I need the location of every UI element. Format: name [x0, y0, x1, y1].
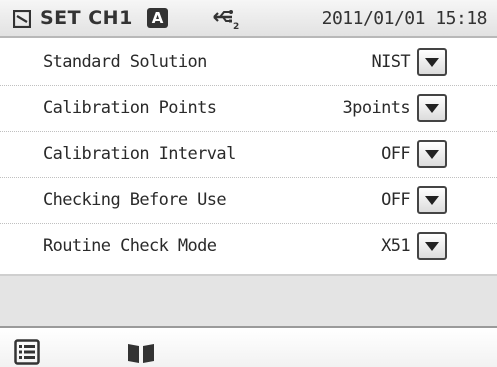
- setting-label: Calibration Points: [43, 98, 217, 118]
- auto-badge: A: [147, 8, 168, 28]
- settings-list: Standard Solution NIST Calibration Point…: [0, 40, 497, 270]
- svg-text:2: 2: [233, 22, 239, 30]
- setting-value: OFF: [381, 190, 411, 210]
- mode-icon: [13, 10, 31, 28]
- setting-value: 3points: [342, 98, 411, 118]
- setting-label: Checking Before Use: [43, 190, 227, 210]
- mode-label: SET CH1: [40, 7, 133, 29]
- dropdown-arrow-button[interactable]: [417, 186, 447, 214]
- usb-icon: 2: [213, 10, 239, 30]
- setting-label: Standard Solution: [43, 52, 207, 72]
- setting-label: Calibration Interval: [43, 144, 236, 164]
- menu-list-icon[interactable]: [14, 339, 40, 365]
- setting-label: Routine Check Mode: [43, 236, 217, 256]
- setting-row-calibration-points[interactable]: Calibration Points 3points: [0, 86, 497, 132]
- setting-row-routine-check-mode[interactable]: Routine Check Mode X51: [0, 224, 497, 270]
- bottom-toolbar: [0, 326, 497, 367]
- dropdown-arrow-button[interactable]: [417, 140, 447, 168]
- setting-value: NIST: [371, 52, 410, 72]
- dropdown-arrow-button[interactable]: [417, 48, 447, 76]
- dropdown-arrow-button[interactable]: [417, 94, 447, 122]
- setup-screen: SET CH1 A 2 2011/01/01 15:18 Standard So…: [0, 0, 497, 367]
- setting-value: OFF: [381, 144, 411, 164]
- dropdown-arrow-button[interactable]: [417, 232, 447, 260]
- status-bar: SET CH1 A 2 2011/01/01 15:18: [0, 0, 497, 38]
- setting-row-checking-before-use[interactable]: Checking Before Use OFF: [0, 178, 497, 224]
- setting-row-standard-solution[interactable]: Standard Solution NIST: [0, 40, 497, 86]
- datetime: 2011/01/01 15:18: [321, 8, 488, 29]
- setting-row-calibration-interval[interactable]: Calibration Interval OFF: [0, 132, 497, 178]
- setting-value: X51: [381, 236, 411, 256]
- empty-list-area: [0, 274, 497, 326]
- book-icon[interactable]: [126, 342, 156, 364]
